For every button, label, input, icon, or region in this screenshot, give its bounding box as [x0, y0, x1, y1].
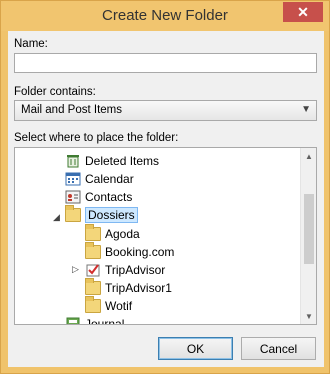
- tasks-folder-icon: [85, 263, 101, 277]
- scrollbar-thumb[interactable]: [304, 194, 314, 264]
- tree-item-label: Dossiers: [85, 207, 138, 223]
- dialog-body: Name: Folder contains: Mail and Post Ite…: [8, 31, 324, 367]
- tree-item-label: Booking.com: [105, 245, 175, 259]
- tree-item-label: Deleted Items: [85, 154, 160, 168]
- name-field[interactable]: [14, 53, 317, 73]
- tree-label: Select where to place the folder:: [14, 132, 179, 144]
- cancel-button[interactable]: Cancel: [241, 337, 316, 360]
- tree-item-agoda[interactable]: Agoda: [85, 224, 140, 243]
- folder-contains-value: Mail and Post Items: [21, 104, 122, 116]
- scroll-down-arrow-icon[interactable]: ▼: [301, 308, 316, 324]
- tree-item-label: Contacts: [85, 190, 133, 204]
- contacts-icon: [65, 190, 81, 204]
- tree-item-label: TripAdvisor: [105, 263, 166, 277]
- folder-contains-label: Folder contains:: [14, 86, 96, 98]
- close-button[interactable]: ✕: [283, 2, 323, 22]
- journal-icon: [65, 317, 81, 324]
- ok-button[interactable]: OK: [158, 337, 233, 360]
- folder-tree[interactable]: Deleted Items Calendar Contacts ◢ Dossie: [14, 147, 317, 325]
- dialog-title: Create New Folder: [102, 7, 228, 24]
- tree-item-label: Calendar: [85, 172, 134, 186]
- create-folder-dialog: Create New Folder ✕ Name: Folder contain…: [0, 0, 330, 374]
- scroll-up-arrow-icon[interactable]: ▲: [301, 148, 316, 164]
- folder-icon: [85, 296, 101, 313]
- tree-scrollbar[interactable]: ▲ ▼: [300, 148, 316, 324]
- folder-icon: [85, 224, 101, 241]
- tree-item-label: Wotif: [105, 299, 133, 313]
- expanded-arrow-icon[interactable]: ◢: [53, 212, 60, 223]
- deleted-items-icon: [65, 154, 81, 168]
- folder-icon: [85, 278, 101, 295]
- tree-item-contacts[interactable]: Contacts: [65, 188, 132, 206]
- tree-item-journal[interactable]: Journal: [65, 315, 125, 325]
- tree-item-booking[interactable]: Booking.com: [85, 242, 175, 261]
- tree-item-dossiers[interactable]: Dossiers: [65, 205, 138, 224]
- close-icon: ✕: [297, 3, 309, 20]
- tree-item-wotif[interactable]: Wotif: [85, 296, 133, 315]
- tree-item-tripadvisor1[interactable]: TripAdvisor1: [85, 278, 172, 297]
- tree-item-deleted-items[interactable]: Deleted Items: [65, 152, 159, 170]
- folder-contains-select[interactable]: Mail and Post Items ▼: [14, 100, 317, 121]
- tree-item-label: TripAdvisor1: [105, 281, 172, 295]
- title-bar: Create New Folder ✕: [1, 1, 329, 31]
- folder-icon: [85, 242, 101, 259]
- chevron-down-icon: ▼: [301, 104, 311, 115]
- calendar-icon: [65, 172, 81, 186]
- collapsed-arrow-icon[interactable]: ▷: [72, 264, 79, 275]
- folder-icon: [65, 205, 81, 222]
- tree-item-calendar[interactable]: Calendar: [65, 170, 134, 188]
- tree-item-tripadvisor[interactable]: TripAdvisor: [85, 261, 165, 279]
- name-label: Name:: [14, 38, 48, 50]
- tree-item-label: Agoda: [105, 227, 140, 241]
- tree-item-label: Journal: [85, 317, 125, 325]
